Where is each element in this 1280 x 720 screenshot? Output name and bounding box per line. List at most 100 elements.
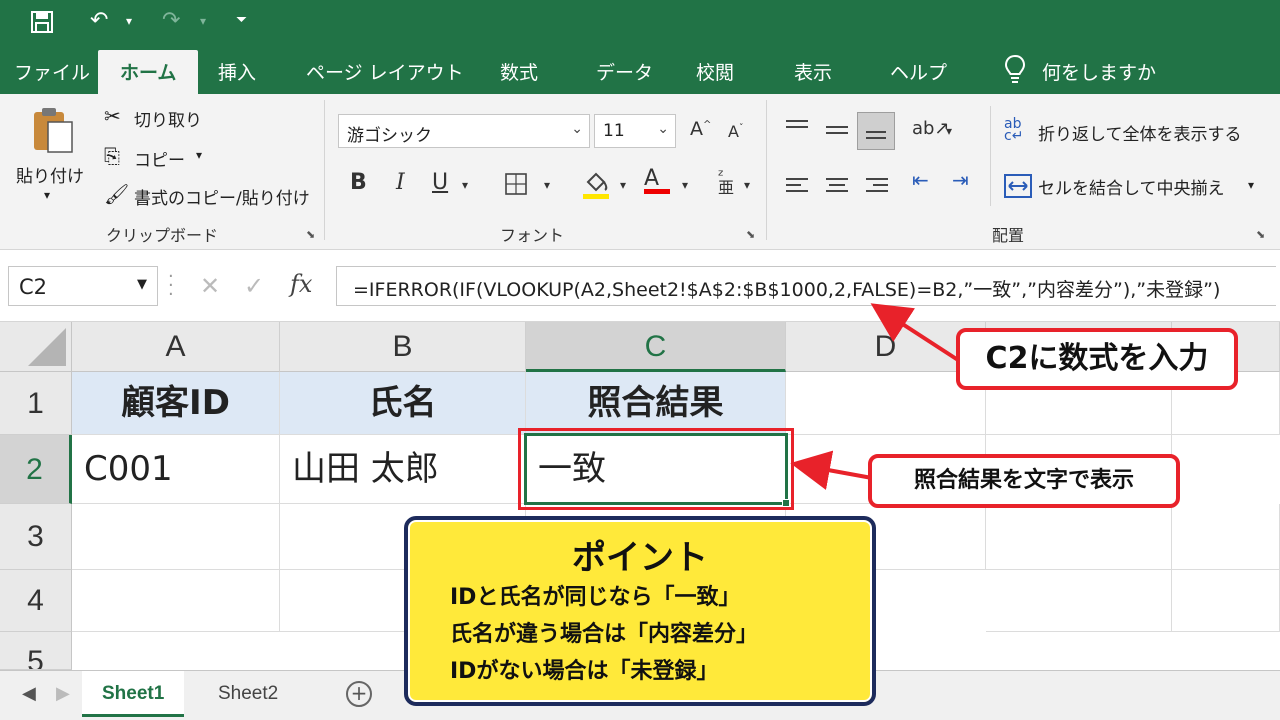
merge-center-button[interactable]: セルを結合して中央揃え bbox=[1038, 174, 1225, 199]
column-header-c[interactable]: C bbox=[526, 322, 786, 372]
italic-button[interactable]: I bbox=[396, 170, 405, 195]
align-top-icon[interactable] bbox=[786, 116, 808, 132]
redo-icon[interactable]: ↷ bbox=[162, 8, 180, 33]
cell-e4[interactable] bbox=[986, 570, 1172, 632]
align-right-icon[interactable] bbox=[866, 174, 888, 196]
borders-icon[interactable] bbox=[504, 172, 528, 202]
bold-button[interactable]: B bbox=[350, 170, 367, 195]
alignment-launcher-icon[interactable]: ⬊ bbox=[1256, 228, 1265, 241]
paste-button[interactable]: 貼り付け ▾ bbox=[10, 102, 90, 212]
copy-button[interactable]: コピー bbox=[134, 146, 185, 171]
orientation-icon[interactable]: ab↗ bbox=[912, 118, 950, 139]
phonetic-dropdown-icon[interactable]: ▾ bbox=[744, 178, 750, 192]
borders-dropdown-icon[interactable]: ▾ bbox=[544, 178, 550, 192]
align-center-icon[interactable] bbox=[826, 174, 848, 196]
enter-icon[interactable]: ✓ bbox=[244, 272, 264, 300]
decrease-font-size-icon[interactable]: Aˇ bbox=[728, 122, 743, 141]
undo-icon[interactable]: ↶ bbox=[90, 8, 108, 33]
align-bottom-icon[interactable] bbox=[857, 112, 895, 150]
font-launcher-icon[interactable]: ⬊ bbox=[746, 228, 755, 241]
ribbon: 貼り付け ▾ ✂ 切り取り ⎘ コピー ▾ 🖌 書式のコピー/貼り付け クリップ… bbox=[0, 94, 1280, 250]
wrap-text-icon[interactable]: ab c↵ bbox=[1004, 117, 1023, 143]
cell-b2[interactable]: 山田 太郎 bbox=[280, 435, 526, 504]
font-name-dropdown[interactable]: 游ゴシック ⌄ bbox=[338, 114, 590, 148]
tell-me-search[interactable]: 何をしますか bbox=[1042, 58, 1156, 85]
cell-c1[interactable]: 照合結果 bbox=[526, 372, 786, 435]
tab-review[interactable]: 校閲 bbox=[696, 58, 734, 85]
lightbulb-icon bbox=[1004, 54, 1026, 84]
point-line-2: 氏名が違う場合は「内容差分」 bbox=[450, 622, 759, 647]
row-header-2[interactable]: 2 bbox=[0, 435, 72, 504]
brush-icon: 🖌 bbox=[104, 182, 130, 206]
highlight-frame-c2 bbox=[518, 428, 794, 510]
tab-page-layout[interactable]: ページ レイアウト bbox=[306, 58, 464, 85]
align-middle-icon[interactable] bbox=[826, 122, 848, 138]
save-icon[interactable] bbox=[30, 10, 54, 40]
tab-file[interactable]: ファイル bbox=[14, 58, 90, 85]
customize-quick-access-icon[interactable]: ⏷ bbox=[236, 12, 247, 28]
scissors-icon: ✂ bbox=[104, 104, 121, 128]
select-all-corner[interactable] bbox=[0, 322, 72, 372]
add-sheet-icon[interactable]: + bbox=[346, 681, 372, 707]
tab-insert[interactable]: 挿入 bbox=[218, 58, 256, 85]
increase-font-size-icon[interactable]: A^ bbox=[690, 118, 711, 140]
alignment-group-label: 配置 bbox=[992, 226, 1025, 245]
decrease-indent-icon[interactable]: ⇤ bbox=[912, 168, 929, 192]
cell-e3[interactable] bbox=[986, 504, 1172, 570]
sheet-tab-sheet2[interactable]: Sheet2 bbox=[198, 671, 298, 717]
font-size-dropdown[interactable]: 11 ⌄ bbox=[594, 114, 676, 148]
tab-help[interactable]: ヘルプ bbox=[890, 58, 947, 85]
sheet-tab-sheet1[interactable]: Sheet1 bbox=[82, 671, 185, 717]
cell-a3[interactable] bbox=[72, 504, 280, 570]
group-divider bbox=[990, 106, 991, 206]
clipboard-launcher-icon[interactable]: ⬊ bbox=[306, 228, 315, 241]
fill-color-icon[interactable] bbox=[582, 168, 610, 206]
formula-input[interactable]: =IFERROR(IF(VLOOKUP(A2,Sheet2!$A$2:$B$10… bbox=[336, 266, 1276, 306]
orientation-dropdown-icon[interactable]: ▾ bbox=[946, 124, 952, 138]
tab-data[interactable]: データ bbox=[596, 58, 653, 85]
column-header-a[interactable]: A bbox=[72, 322, 280, 372]
tab-view[interactable]: 表示 bbox=[794, 58, 832, 85]
underline-button[interactable]: U bbox=[432, 170, 448, 195]
redo-dropdown-icon[interactable]: ▾ bbox=[200, 14, 206, 28]
formula-bar-grip-icon[interactable]: · · · bbox=[168, 268, 174, 304]
font-color-dropdown-icon[interactable]: ▾ bbox=[682, 178, 688, 192]
underline-dropdown-icon[interactable]: ▾ bbox=[462, 178, 468, 192]
cell-a2[interactable]: C001 bbox=[72, 435, 280, 504]
merge-dropdown-icon[interactable]: ▾ bbox=[1248, 178, 1254, 192]
formula-callout: C2に数式を入力 bbox=[956, 328, 1238, 390]
increase-indent-icon[interactable]: ⇥ bbox=[952, 168, 969, 192]
undo-dropdown-icon[interactable]: ▾ bbox=[126, 14, 132, 28]
wrap-text-button[interactable]: 折り返して全体を表示する bbox=[1038, 120, 1242, 145]
chevron-down-icon[interactable]: ▼ bbox=[137, 277, 147, 292]
fill-color-dropdown-icon[interactable]: ▾ bbox=[620, 178, 626, 192]
row-header-3[interactable]: 3 bbox=[0, 504, 72, 570]
copy-dropdown-icon[interactable]: ▾ bbox=[196, 148, 202, 162]
title-bar: ↶ ▾ ↷ ▾ ⏷ bbox=[0, 0, 1280, 48]
tab-formulas[interactable]: 数式 bbox=[500, 58, 538, 85]
cell-a1[interactable]: 顧客ID bbox=[72, 372, 280, 435]
merge-center-icon[interactable] bbox=[1004, 174, 1032, 204]
row-header-5[interactable]: 5 bbox=[0, 632, 72, 670]
row-header-1[interactable]: 1 bbox=[0, 372, 72, 435]
copy-icon: ⎘ bbox=[104, 144, 120, 168]
font-color-icon[interactable]: A bbox=[644, 166, 670, 194]
ribbon-tabs: ファイル ホーム 挿入 ページ レイアウト 数式 データ 校閲 表示 ヘルプ 何… bbox=[0, 48, 1280, 94]
name-box[interactable]: C2 ▼ bbox=[8, 266, 158, 306]
insert-function-icon[interactable]: fx bbox=[290, 270, 312, 298]
scroll-right-icon[interactable]: ▶ bbox=[56, 683, 70, 704]
cell-b1[interactable]: 氏名 bbox=[280, 372, 526, 435]
scroll-left-icon[interactable]: ◀ bbox=[22, 683, 36, 704]
phonetic-guide-icon[interactable]: ᶻ亜 bbox=[718, 168, 734, 196]
cancel-icon[interactable]: ✕ bbox=[200, 272, 220, 300]
cell-f4[interactable] bbox=[1172, 570, 1280, 632]
column-header-b[interactable]: B bbox=[280, 322, 526, 372]
cell-a4[interactable] bbox=[72, 570, 280, 632]
format-painter-button[interactable]: 書式のコピー/貼り付け bbox=[134, 184, 310, 209]
paste-dropdown-icon[interactable]: ▾ bbox=[44, 188, 50, 202]
cell-f3[interactable] bbox=[1172, 504, 1280, 570]
cut-button[interactable]: 切り取り bbox=[134, 106, 202, 131]
row-header-4[interactable]: 4 bbox=[0, 570, 72, 632]
tab-home[interactable]: ホーム bbox=[98, 50, 199, 94]
align-left-icon[interactable] bbox=[786, 174, 808, 196]
